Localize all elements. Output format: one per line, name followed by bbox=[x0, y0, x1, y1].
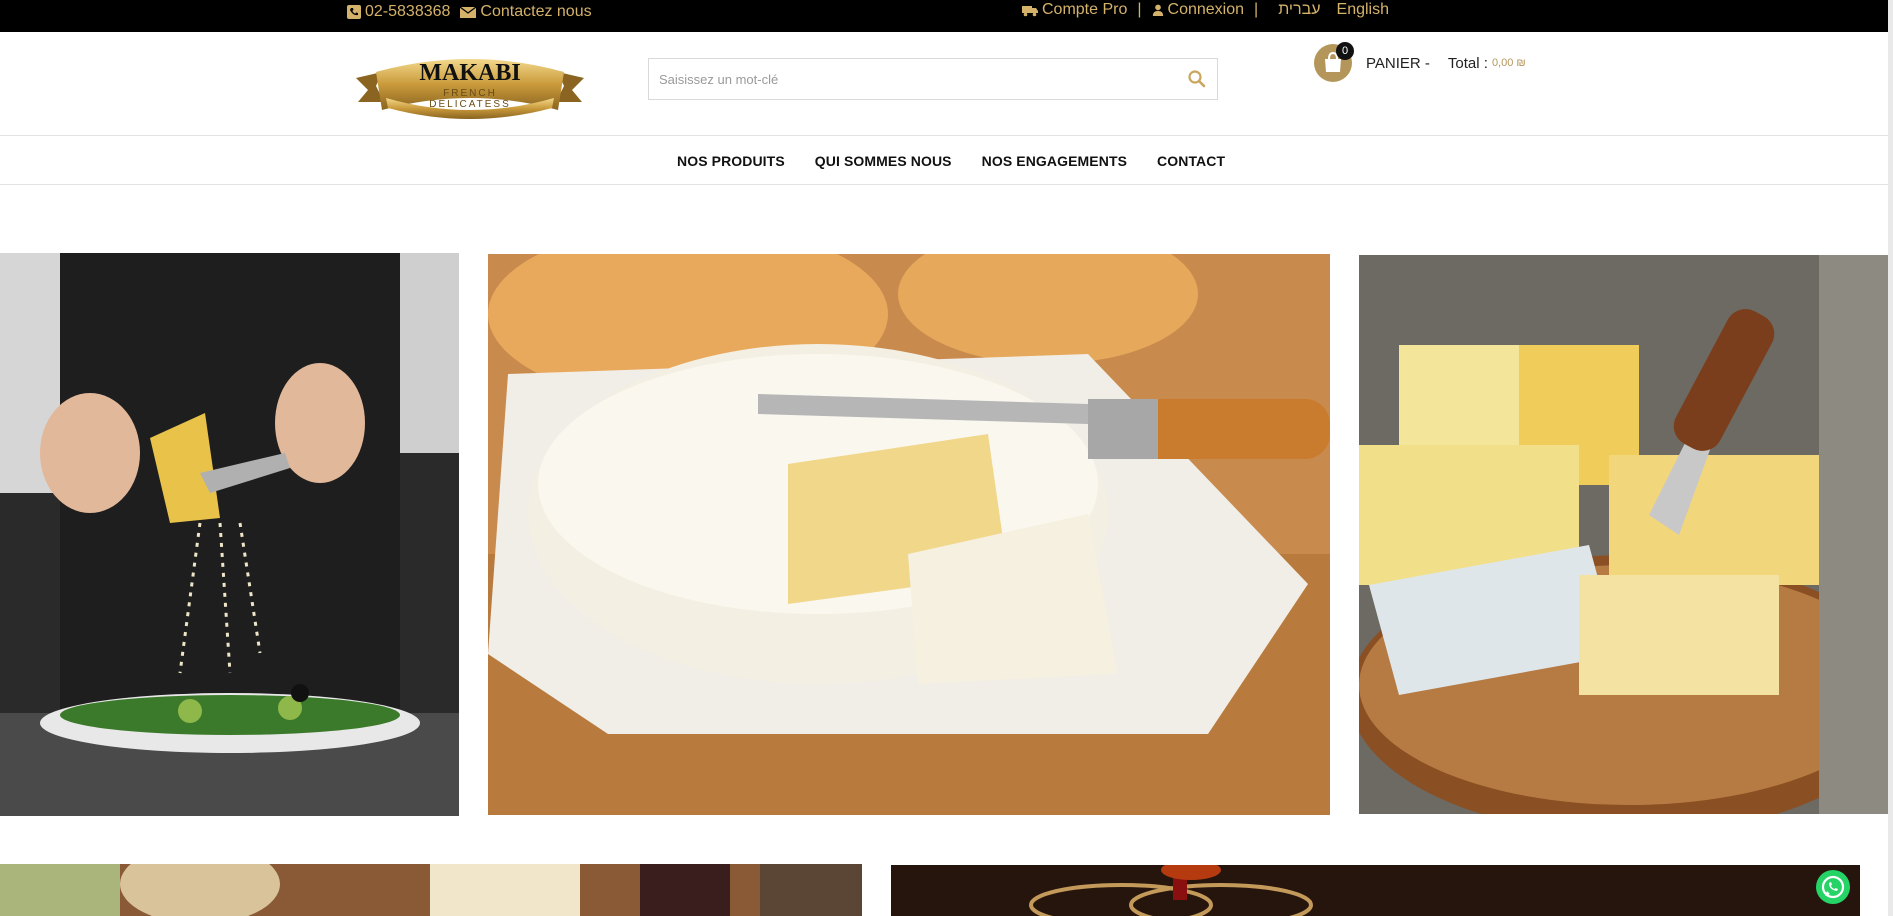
banner-camembert[interactable] bbox=[488, 254, 1330, 815]
logo-banner-icon: MAKABI FRENCH DELICATESS bbox=[356, 59, 584, 119]
contact-link[interactable]: Contactez nous bbox=[460, 3, 592, 21]
login-label: Connexion bbox=[1167, 1, 1245, 18]
truck-icon bbox=[1022, 6, 1038, 17]
lang-english-link[interactable]: English bbox=[1337, 1, 1389, 19]
whatsapp-icon bbox=[1821, 875, 1845, 899]
cart-label: PANIER - bbox=[1366, 54, 1430, 72]
cart-icon[interactable]: 0 bbox=[1314, 42, 1354, 82]
search-icon[interactable] bbox=[1187, 69, 1207, 89]
nav-item-about[interactable]: QUI SOMMES NOUS bbox=[815, 153, 952, 169]
banner-cheese-platter[interactable] bbox=[0, 864, 862, 916]
banner-image bbox=[891, 865, 1860, 916]
banner-wine[interactable] bbox=[891, 865, 1860, 916]
nav-item-contact[interactable]: CONTACT bbox=[1157, 153, 1225, 169]
logo-line1: FRENCH bbox=[443, 88, 497, 99]
logo-brand: MAKABI bbox=[419, 60, 520, 86]
cart-count-badge: 0 bbox=[1336, 42, 1354, 60]
search-input[interactable] bbox=[649, 59, 1169, 99]
search-box bbox=[648, 58, 1218, 100]
site-header: MAKABI FRENCH DELICATESS 0 PANIER - Tota… bbox=[0, 32, 1893, 136]
separator: | bbox=[1137, 1, 1142, 18]
whatsapp-button[interactable] bbox=[1816, 870, 1850, 904]
banner-image bbox=[488, 254, 1330, 815]
top-bar-contact: 02-5838368 Contactez nous bbox=[347, 3, 592, 21]
top-bar: 02-5838368 Contactez nous Compte Pro | C… bbox=[0, 0, 1893, 32]
main-nav: NOS PRODUITS QUI SOMMES NOUS NOS ENGAGEM… bbox=[0, 136, 1893, 185]
scrollbar[interactable] bbox=[1888, 0, 1893, 916]
phone-link[interactable]: 02-5838368 bbox=[347, 3, 450, 21]
banner-image bbox=[1359, 255, 1888, 814]
banner-image bbox=[0, 864, 862, 916]
cart-total-label: Total : bbox=[1447, 54, 1488, 72]
nav-item-products[interactable]: NOS PRODUITS bbox=[677, 153, 785, 169]
user-icon bbox=[1152, 4, 1163, 16]
contact-label: Contactez nous bbox=[480, 3, 592, 20]
cart-widget[interactable]: 0 PANIER - Total : 0,00 ₪ bbox=[1314, 42, 1526, 82]
banner-grating-cheese[interactable] bbox=[0, 253, 459, 816]
lang-hebrew-link[interactable]: עברית bbox=[1278, 1, 1320, 19]
logo-line2: DELICATESS bbox=[429, 99, 511, 110]
pro-account-link[interactable]: Compte Pro bbox=[1022, 1, 1127, 19]
envelope-icon bbox=[460, 6, 477, 18]
phone-number: 02-5838368 bbox=[365, 3, 451, 20]
separator: | bbox=[1254, 1, 1259, 18]
phone-icon bbox=[347, 5, 361, 19]
cart-total-value: 0,00 ₪ bbox=[1491, 57, 1526, 69]
login-link[interactable]: Connexion bbox=[1152, 1, 1245, 19]
site-logo[interactable]: MAKABI FRENCH DELICATESS bbox=[354, 50, 586, 130]
banner-assorted-cheeses[interactable] bbox=[1359, 255, 1888, 814]
top-bar-account: Compte Pro | Connexion | עברית English bbox=[1022, 1, 1389, 19]
nav-item-commitments[interactable]: NOS ENGAGEMENTS bbox=[982, 153, 1127, 169]
banner-image bbox=[0, 253, 459, 816]
pro-account-label: Compte Pro bbox=[1042, 1, 1128, 18]
